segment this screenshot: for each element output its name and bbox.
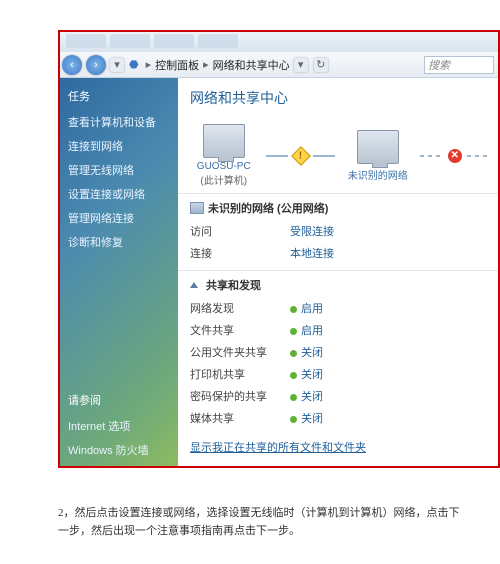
window-frame: ‹ › ▾ ⬣ ▸ 控制面板 ▸ 网络和共享中心 ▾ ↻ 搜索 任务 查看计算机… bbox=[58, 30, 500, 468]
search-input[interactable]: 搜索 bbox=[424, 56, 494, 74]
share-row[interactable]: 打印机共享关闭 bbox=[190, 363, 486, 385]
share-row[interactable]: 文件共享启用 bbox=[190, 319, 486, 341]
link-line bbox=[313, 155, 335, 157]
nav-forward-button[interactable]: › bbox=[86, 55, 106, 75]
row-value: 关闭 bbox=[290, 366, 486, 382]
row-key: 文件共享 bbox=[190, 322, 290, 338]
instruction-caption: 2，然后点击设置连接或网络，选择设置无线临时（计算机到计算机）网络，点击下一步，… bbox=[58, 505, 470, 540]
row-value: 启用 bbox=[290, 300, 486, 316]
sidebar-item[interactable]: 诊断和修复 bbox=[60, 230, 178, 254]
nav-back-button[interactable]: ‹ bbox=[62, 55, 82, 75]
row-value: 启用 bbox=[290, 322, 486, 338]
node-label: 未识别的网络 bbox=[341, 167, 415, 182]
row-key: 密码保护的共享 bbox=[190, 388, 290, 404]
row-value: 关闭 bbox=[290, 344, 486, 360]
main-panel: 网络和共享中心 GUOSU-PC (此计算机) ! 未识别的网络 ✕ bbox=[178, 78, 498, 466]
refresh-button[interactable]: ↻ bbox=[314, 58, 328, 72]
breadcrumb-sep: ▸ bbox=[203, 58, 209, 71]
row-key: 媒体共享 bbox=[190, 410, 290, 426]
sidebar-footer-item[interactable]: Internet 选项 bbox=[60, 414, 178, 438]
status-dot-icon bbox=[290, 306, 297, 313]
computer-icon bbox=[203, 124, 245, 158]
show-shared-files-link[interactable]: 显示我正在共享的所有文件和文件夹 bbox=[178, 435, 498, 459]
nav-history-button[interactable]: ▾ bbox=[110, 58, 124, 72]
row-key: 网络发现 bbox=[190, 300, 290, 316]
row-value[interactable]: 本地连接 bbox=[290, 245, 486, 261]
row-key: 公用文件夹共享 bbox=[190, 344, 290, 360]
link-line bbox=[266, 155, 288, 157]
status-dot-icon bbox=[290, 416, 297, 423]
network-mini-icon bbox=[190, 202, 204, 214]
link-line-broken bbox=[467, 155, 489, 157]
row-value: 关闭 bbox=[290, 410, 486, 426]
row-key: 打印机共享 bbox=[190, 366, 290, 382]
sidebar-footer-header: 请参阅 bbox=[60, 390, 178, 414]
node-sublabel: (此计算机) bbox=[187, 172, 261, 187]
share-row[interactable]: 密码保护的共享关闭 bbox=[190, 385, 486, 407]
network-status-section: 未识别的网络 (公用网络) 访问 受限连接 连接 本地连接 bbox=[178, 193, 498, 270]
section-title: 共享和发现 bbox=[190, 277, 486, 297]
sharing-section: 共享和发现 网络发现启用文件共享启用公用文件夹共享关闭打印机共享关闭密码保护的共… bbox=[178, 270, 498, 435]
share-row[interactable]: 公用文件夹共享关闭 bbox=[190, 341, 486, 363]
sidebar-item[interactable]: 查看计算机和设备 bbox=[60, 110, 178, 134]
breadcrumb-dropdown[interactable]: ▾ bbox=[294, 58, 308, 72]
link-line-broken bbox=[420, 155, 442, 157]
status-dot-icon bbox=[290, 372, 297, 379]
sidebar-item[interactable]: 管理无线网络 bbox=[60, 158, 178, 182]
row-value: 关闭 bbox=[290, 388, 486, 404]
address-toolbar: ‹ › ▾ ⬣ ▸ 控制面板 ▸ 网络和共享中心 ▾ ↻ 搜索 bbox=[60, 52, 498, 78]
sidebar-header: 任务 bbox=[60, 86, 178, 110]
share-row[interactable]: 网络发现启用 bbox=[190, 297, 486, 319]
page-title: 网络和共享中心 bbox=[178, 78, 498, 114]
row-key: 访问 bbox=[190, 223, 290, 239]
status-dot-icon bbox=[290, 394, 297, 401]
share-row[interactable]: 媒体共享关闭 bbox=[190, 407, 486, 429]
node-unknown-network[interactable]: 未识别的网络 bbox=[341, 130, 415, 182]
search-placeholder: 搜索 bbox=[428, 57, 450, 73]
breadcrumb-sep: ▸ bbox=[146, 58, 152, 71]
status-dot-icon bbox=[290, 328, 297, 335]
sidebar-item[interactable]: 管理网络连接 bbox=[60, 206, 178, 230]
node-this-pc[interactable]: GUOSU-PC (此计算机) bbox=[187, 124, 261, 187]
expand-caret-icon[interactable] bbox=[190, 282, 198, 288]
status-row: 访问 受限连接 bbox=[190, 220, 486, 242]
breadcrumb-item[interactable]: 网络和共享中心 bbox=[213, 57, 290, 73]
network-map: GUOSU-PC (此计算机) ! 未识别的网络 ✕ bbox=[178, 114, 498, 193]
breadcrumb-root-icon: ⬣ bbox=[129, 58, 139, 71]
status-row: 连接 本地连接 bbox=[190, 242, 486, 264]
row-key: 连接 bbox=[190, 245, 290, 261]
tasks-sidebar: 任务 查看计算机和设备 连接到网络 管理无线网络 设置连接或网络 管理网络连接 … bbox=[60, 78, 178, 466]
row-value: 受限连接 bbox=[290, 223, 486, 239]
status-dot-icon bbox=[290, 350, 297, 357]
sidebar-footer-item[interactable]: Windows 防火墙 bbox=[60, 438, 178, 462]
titlebar bbox=[60, 32, 498, 52]
error-icon: ✕ bbox=[448, 149, 462, 163]
breadcrumb-item[interactable]: 控制面板 bbox=[155, 57, 199, 73]
network-icon bbox=[357, 130, 399, 164]
sidebar-item[interactable]: 设置连接或网络 bbox=[60, 182, 178, 206]
warning-icon: ! bbox=[291, 146, 311, 166]
sidebar-item[interactable]: 连接到网络 bbox=[60, 134, 178, 158]
node-label: GUOSU-PC bbox=[187, 161, 261, 172]
section-title: 未识别的网络 (公用网络) bbox=[190, 200, 486, 220]
